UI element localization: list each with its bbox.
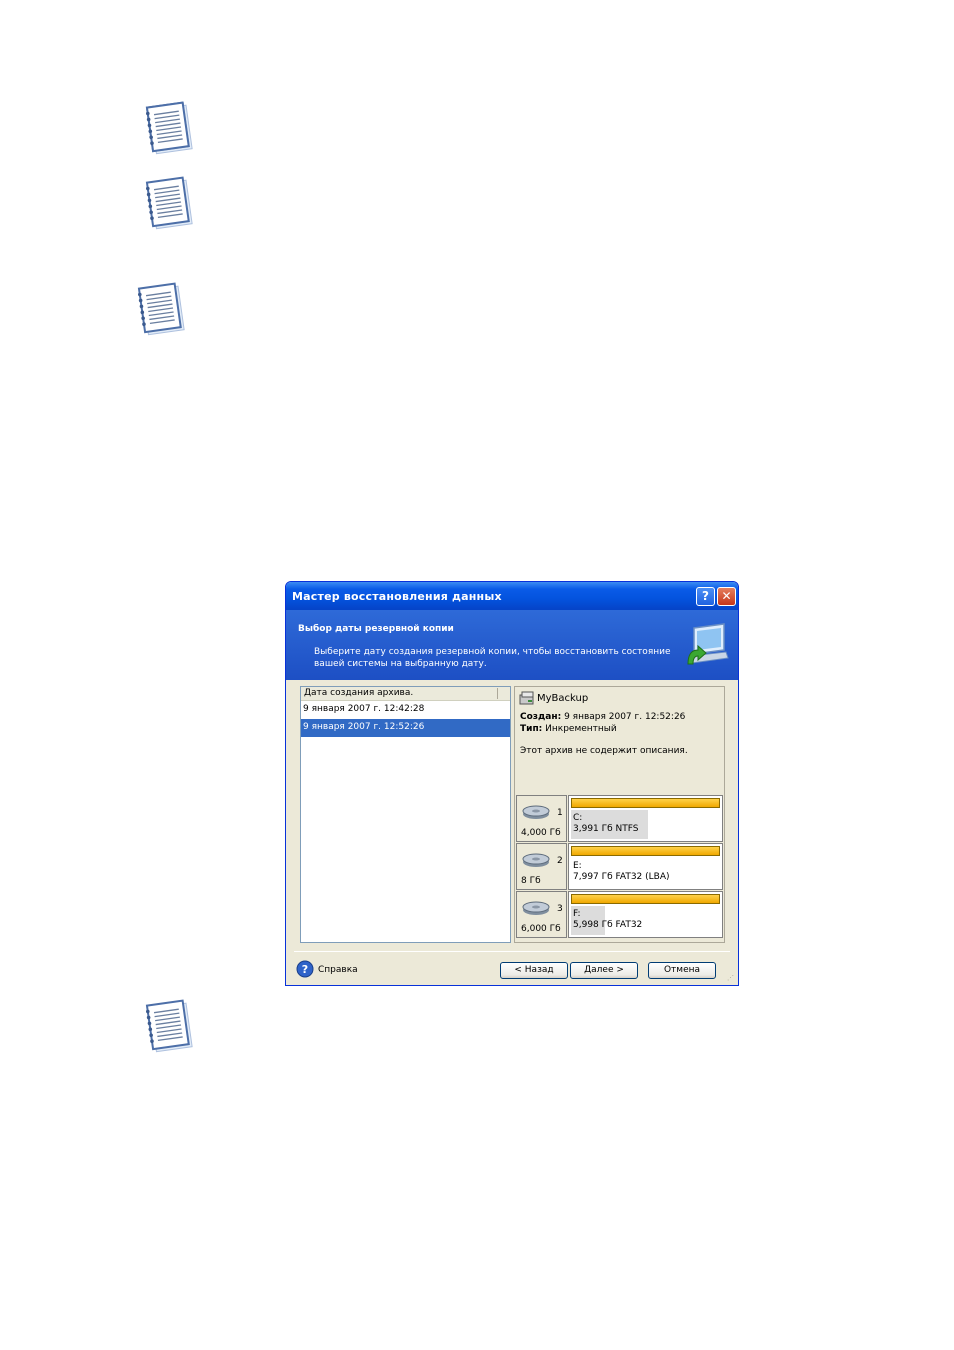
notepad-note-icon — [145, 176, 193, 230]
archive-info-panel: MyBackup Создан: 9 января 2007 г. 12:52:… — [514, 686, 725, 943]
svg-text:?: ? — [302, 963, 308, 976]
partition-letter: C: — [573, 813, 583, 823]
title-bar[interactable]: Мастер восстановления данных ? ✕ — [286, 582, 738, 610]
created-value: 9 января 2007 г. 12:52:26 — [564, 712, 686, 722]
disk-number: 1 — [557, 808, 563, 818]
list-item-selected[interactable]: 9 января 2007 г. 12:52:26 — [301, 719, 510, 737]
created-line: Создан: 9 января 2007 г. 12:52:26 — [520, 712, 685, 722]
back-button[interactable]: < Назад — [500, 962, 568, 979]
footer-divider — [294, 951, 730, 952]
list-column-header[interactable]: Дата создания архива. — [301, 687, 510, 701]
type-value: Инкрементный — [545, 724, 617, 734]
disk-summary: 2 8 Гб — [516, 843, 567, 890]
disk-row[interactable]: 2 8 Гб E: 7,997 Гб FAT32 (LBA) — [516, 843, 723, 890]
partition-block[interactable]: C: 3,991 Гб NTFS — [568, 795, 723, 842]
disk-size: 8 Гб — [521, 876, 541, 886]
list-item[interactable]: 9 января 2007 г. 12:42:28 — [301, 701, 510, 719]
next-button[interactable]: Далее > — [570, 962, 638, 979]
column-separator[interactable] — [497, 688, 498, 699]
partition-info: 7,997 Гб FAT32 (LBA) — [573, 872, 670, 882]
disk-number: 2 — [557, 856, 563, 866]
archive-name: MyBackup — [537, 693, 589, 704]
notepad-note-icon — [145, 999, 193, 1053]
step-title: Выбор даты резервной копии — [298, 624, 454, 634]
type-line: Тип: Инкрементный — [520, 724, 617, 734]
hard-disk-icon — [522, 805, 550, 819]
archive-icon — [519, 691, 534, 705]
disk-summary: 1 4,000 Гб — [516, 795, 567, 842]
partition-bar — [571, 798, 720, 808]
disk-size: 6,000 Гб — [521, 924, 561, 934]
help-link[interactable]: Справка — [318, 965, 358, 975]
disk-summary: 3 6,000 Гб — [516, 891, 567, 938]
archive-details: MyBackup Создан: 9 января 2007 г. 12:52:… — [517, 689, 722, 789]
partition-block[interactable]: F: 5,998 Гб FAT32 — [568, 891, 723, 938]
hard-disk-icon — [522, 901, 550, 915]
column-header-label: Дата создания архива. — [304, 688, 414, 698]
cancel-button[interactable]: Отмена — [648, 962, 716, 979]
partition-block[interactable]: E: 7,997 Гб FAT32 (LBA) — [568, 843, 723, 890]
partition-bar — [571, 846, 720, 856]
resize-grip-icon[interactable]: ⋰ — [727, 974, 734, 982]
window-title: Мастер восстановления данных — [292, 590, 502, 603]
type-label: Тип: — [520, 724, 543, 734]
backup-date-list[interactable]: Дата создания архива. 9 января 2007 г. 1… — [300, 686, 511, 943]
created-label: Создан: — [520, 712, 562, 722]
hard-disk-icon — [522, 853, 550, 867]
disk-number: 3 — [557, 904, 563, 914]
disk-row[interactable]: 3 6,000 Гб F: 5,998 Гб FAT32 — [516, 891, 723, 938]
partition-letter: E: — [573, 861, 582, 871]
disk-size: 4,000 Гб — [521, 828, 561, 838]
step-description: Выберите дату создания резервной копии, … — [314, 647, 671, 669]
disk-row[interactable]: 1 4,000 Гб C: 3,991 Гб NTFS — [516, 795, 723, 842]
title-help-button[interactable]: ? — [696, 587, 715, 606]
help-icon[interactable]: ? — [296, 960, 314, 978]
close-button[interactable]: ✕ — [717, 587, 736, 606]
partition-info: 3,991 Гб NTFS — [573, 824, 639, 834]
restore-wizard-dialog: Мастер восстановления данных ? ✕ Выбор д… — [285, 581, 739, 986]
partition-bar — [571, 894, 720, 904]
restore-computer-icon — [687, 623, 729, 665]
archive-description: Этот архив не содержит описания. — [520, 746, 688, 756]
partition-letter: F: — [573, 909, 581, 919]
partition-info: 5,998 Гб FAT32 — [573, 920, 643, 930]
notepad-note-icon — [145, 101, 193, 155]
notepad-note-icon — [137, 282, 185, 336]
wizard-header: Выбор даты резервной копии Выберите дату… — [286, 610, 738, 680]
